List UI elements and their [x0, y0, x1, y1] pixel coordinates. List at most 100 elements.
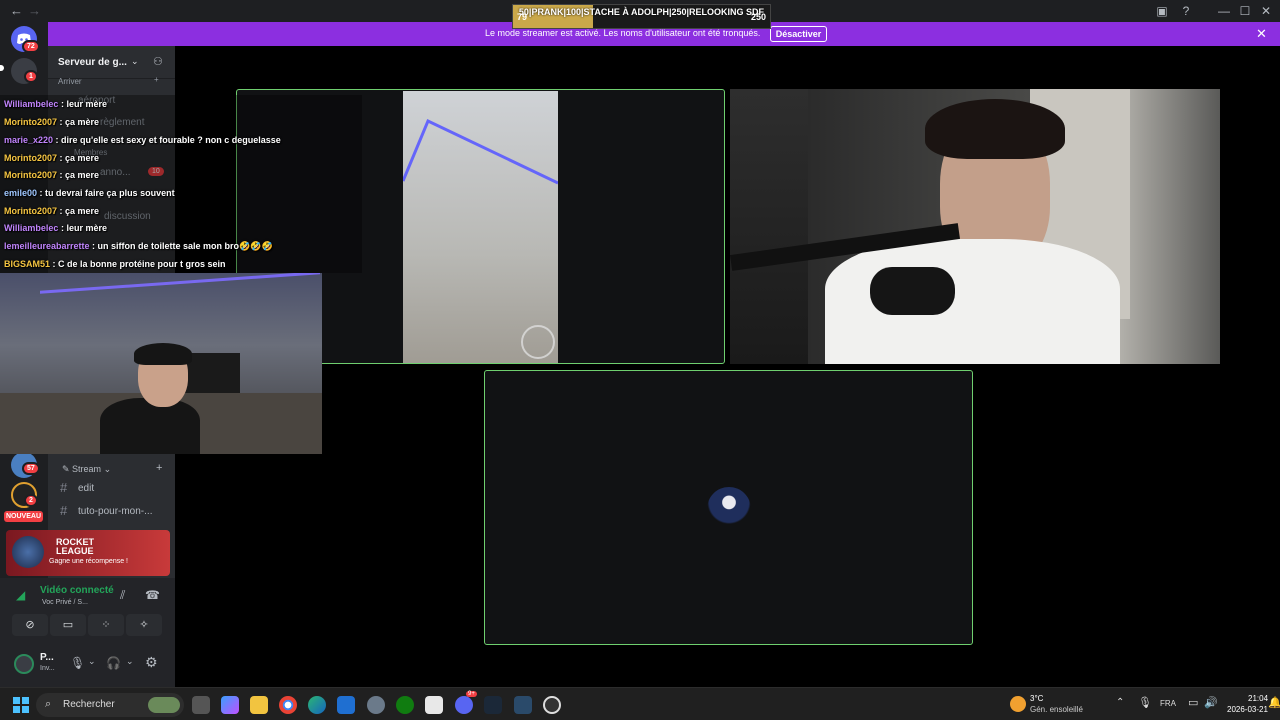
promo-subtitle: Gagne une récompense !: [49, 558, 128, 565]
file-explorer-icon[interactable]: [250, 696, 268, 714]
copilot-icon[interactable]: [221, 696, 239, 714]
rocket-league-icon: [12, 536, 44, 568]
unread-badge: 57: [22, 462, 40, 475]
microphone-graphic: [870, 267, 955, 315]
app-icon[interactable]: [514, 696, 532, 714]
mail-icon[interactable]: [337, 696, 355, 714]
new-badge: NOUVEAU: [4, 511, 44, 522]
steam-icon[interactable]: [484, 696, 502, 714]
video-tile-webcam[interactable]: [730, 89, 1220, 364]
chevron-up-icon[interactable]: ⌃: [1116, 697, 1124, 708]
unread-badge: 1: [24, 70, 38, 83]
network-icon[interactable]: ▭: [1188, 696, 1198, 709]
close-banner-icon[interactable]: ✕: [1256, 26, 1267, 42]
invite-user-icon[interactable]: ⚇: [153, 55, 163, 68]
screen-share-icon[interactable]: ▭: [50, 614, 86, 636]
chat-username: Morinto2007: [4, 117, 58, 127]
discord-taskbar-icon[interactable]: [455, 696, 473, 714]
username: P...: [40, 652, 54, 663]
soundboard-icon[interactable]: ✧: [126, 614, 162, 636]
category-arriver[interactable]: Arriver: [58, 77, 82, 86]
settings-app-icon[interactable]: [367, 696, 385, 714]
chat-username: Morinto2007: [4, 206, 58, 216]
back-arrow-icon[interactable]: ←: [10, 3, 23, 18]
chat-username: Morinto2007: [4, 170, 58, 180]
forward-arrow-icon[interactable]: →: [28, 3, 41, 18]
close-window-icon[interactable]: ✕: [1256, 4, 1276, 18]
chat-text: ça mere: [65, 206, 100, 216]
add-channel-icon[interactable]: +: [154, 75, 159, 84]
chevron-down-icon[interactable]: ⌄: [126, 656, 134, 667]
chat-username: BIGSAM51: [4, 259, 51, 269]
camera-off-icon[interactable]: ⊘: [12, 614, 48, 636]
signal-icon: ◢: [16, 588, 26, 602]
disconnect-icon[interactable]: ☎: [145, 588, 160, 602]
donation-goal-widget: 50|PRANK|100|STACHE À ADOLPH|250|RELOOKI…: [512, 4, 771, 29]
chat-username: Williambelec: [4, 223, 59, 233]
task-view-icon[interactable]: [192, 696, 210, 714]
add-channel-icon[interactable]: +: [156, 462, 162, 474]
banner-message: Le mode streamer est activé. Les noms d'…: [485, 28, 761, 38]
goal-current: 79: [517, 12, 528, 22]
inbox-icon[interactable]: ▣: [1152, 4, 1172, 18]
chat-text: leur mère: [66, 223, 107, 233]
unread-badge: 2: [24, 494, 38, 507]
chat-message: Williambelec : leur mère: [4, 223, 107, 233]
windows-start-icon[interactable]: [13, 697, 29, 713]
obs-icon[interactable]: [543, 696, 561, 714]
chat-text: un siffon de toilette sale mon bro🤣🤣🤣: [97, 241, 273, 251]
voice-channel[interactable]: Voc Privé / S...: [42, 599, 88, 606]
chat-text: dire qu'elle est sexy et fourable ? non …: [61, 135, 281, 145]
chat-message: Morinto2007 : ça mere: [4, 153, 100, 163]
promo-card[interactable]: ROCKET LEAGUE Gagne une récompense !: [6, 530, 170, 576]
volume-icon[interactable]: 🔊: [1204, 696, 1218, 709]
chevron-down-icon[interactable]: ⌄: [88, 656, 96, 667]
chrome-icon[interactable]: [279, 696, 297, 714]
activities-icon[interactable]: ⁘: [88, 614, 124, 636]
language-indicator[interactable]: FRA: [1160, 699, 1176, 708]
microphone-icon[interactable]: 🎙: [70, 656, 85, 670]
chat-message: lemeilleureabarrette : un siffon de toil…: [4, 241, 273, 251]
notification-icon[interactable]: 🔔: [1268, 696, 1280, 709]
chat-message: Morinto2007 : ça mere: [4, 206, 100, 216]
channel-tuto[interactable]: tuto-pour-mon-...: [78, 506, 152, 517]
maximize-icon[interactable]: ☐: [1235, 4, 1255, 18]
mic-tray-icon[interactable]: 🎙: [1138, 696, 1152, 709]
chat-text: ça mere: [65, 170, 100, 180]
user-avatar-icon: [707, 487, 751, 531]
chevron-down-icon[interactable]: ⌄: [131, 56, 139, 67]
settings-gear-icon[interactable]: ⚙: [145, 654, 158, 671]
chat-overlay: Williambelec : leur mère Morinto2007 : ç…: [0, 95, 362, 273]
minimize-icon[interactable]: —: [1214, 4, 1234, 18]
unread-badge: 72: [22, 40, 40, 53]
help-icon[interactable]: ?: [1176, 4, 1196, 18]
taskbar-search[interactable]: ⌕ Rechercher: [36, 693, 184, 717]
avatar[interactable]: [14, 654, 34, 674]
chat-text: tu devrai faire ça plus souvent: [45, 188, 175, 198]
search-highlight-icon: [148, 697, 180, 713]
edge-icon[interactable]: [308, 696, 326, 714]
chat-username: emile00: [4, 188, 38, 198]
body-graphic: [100, 398, 200, 454]
clock-date[interactable]: 2026-03-21: [1227, 705, 1268, 714]
noise-suppression-icon[interactable]: ⫽: [120, 588, 125, 603]
store-icon[interactable]: [425, 696, 443, 714]
video-tile-avatar[interactable]: [484, 370, 973, 645]
search-label: Rechercher: [63, 699, 115, 710]
clock-time[interactable]: 21:04: [1248, 694, 1268, 703]
headset-graphic: [134, 343, 192, 365]
user-status: Inv...: [40, 665, 55, 672]
promo-title: ROCKET LEAGUE: [56, 537, 94, 556]
chat-username: marie_x220: [4, 135, 54, 145]
led-strip-graphic: [403, 118, 558, 185]
headphones-icon[interactable]: 🎧: [106, 656, 121, 670]
search-icon: ⌕: [45, 698, 52, 710]
weather-icon[interactable]: [1010, 696, 1026, 712]
xbox-icon[interactable]: [396, 696, 414, 714]
category-stream[interactable]: ✎ Stream ⌄: [62, 464, 111, 475]
channel-edit[interactable]: edit: [78, 483, 94, 494]
account-bar: P... Inv... 🎙 ⌄ 🎧 ⌄ ⚙: [0, 648, 175, 687]
disable-streamer-button[interactable]: Désactiver: [770, 26, 827, 42]
server-name: Serveur de g...: [58, 57, 127, 68]
chat-username: lemeilleureabarrette: [4, 241, 90, 251]
